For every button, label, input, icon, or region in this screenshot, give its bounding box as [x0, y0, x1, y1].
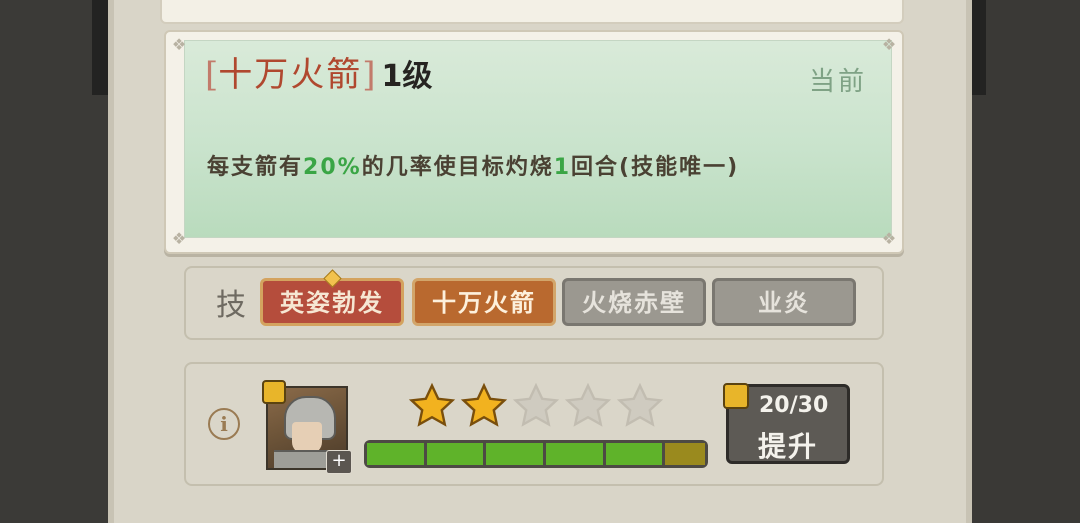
skill-bracket-open: [ [205, 55, 219, 95]
skill-detail-body: [十万火箭] 1级 当前 每支箭有20%的几率使目标灼烧1回合(技能唯一) [184, 40, 892, 238]
progress-segment [605, 443, 663, 465]
corner-ornament-icon: ❖ [171, 229, 187, 248]
plus-icon[interactable]: + [326, 450, 352, 474]
info-icon[interactable]: i [208, 408, 240, 440]
shard-count: 20/30 [759, 393, 829, 418]
progress-segment [546, 443, 603, 465]
progress-segment [426, 443, 484, 465]
puzzle-piece-icon [262, 380, 286, 404]
progress-segment [367, 443, 424, 465]
progress-segment [665, 443, 706, 465]
star-empty-icon [512, 382, 560, 427]
progress-segment [486, 443, 544, 465]
star-empty-icon [616, 382, 664, 427]
corner-ornament-icon: ❖ [171, 35, 187, 54]
shard-progress-bar [364, 440, 708, 468]
upgrade-button[interactable]: 20/30 提升 [723, 383, 850, 464]
star-filled-icon [460, 382, 508, 427]
skill-name: 十万火箭 [218, 55, 363, 95]
desc-part-2: 的几率使目标灼烧 [361, 155, 554, 180]
current-status-label: 当前 [808, 67, 867, 97]
right-frame-bar [972, 0, 986, 95]
skill-tab-4[interactable]: 业炎 [712, 278, 856, 326]
skill-detail-card: [十万火箭] 1级 当前 每支箭有20%的几率使目标灼烧1回合(技能唯一) ❖ ❖… [164, 30, 904, 254]
corner-ornament-icon: ❖ [881, 35, 897, 54]
left-backdrop [0, 0, 108, 523]
upgrade-label: 提升 [757, 430, 818, 463]
skill-description: 每支箭有20%的几率使目标灼烧1回合(技能唯一) [207, 149, 739, 181]
skill-tab-2[interactable]: 十万火箭 [412, 278, 556, 326]
skill-bracket-close: ] [362, 55, 376, 95]
skills-label: 技 [216, 288, 246, 323]
left-frame-bar [92, 0, 108, 95]
desc-turns-value: 1 [553, 155, 572, 180]
corner-ornament-icon: ❖ [881, 229, 897, 248]
skill-tabs-bar: 技 英姿勃发 十万火箭 火烧赤壁 业炎 [184, 266, 884, 340]
hero-upgrade-bar: i + 20/30 提升 [184, 362, 884, 486]
skill-title: [十万火箭] 1级 [205, 55, 432, 97]
star-empty-icon [564, 382, 612, 427]
right-backdrop [972, 0, 1080, 523]
desc-chance-value: 20% [303, 155, 362, 180]
previous-skill-card [160, 0, 904, 24]
skill-level: 1级 [381, 59, 433, 94]
puzzle-piece-icon [723, 383, 749, 409]
star-filled-icon [408, 382, 456, 427]
desc-part-3: 回合(技能唯一) [571, 155, 740, 180]
skill-tab-3[interactable]: 火烧赤壁 [562, 278, 706, 326]
desc-part-1: 每支箭有 [207, 155, 304, 180]
